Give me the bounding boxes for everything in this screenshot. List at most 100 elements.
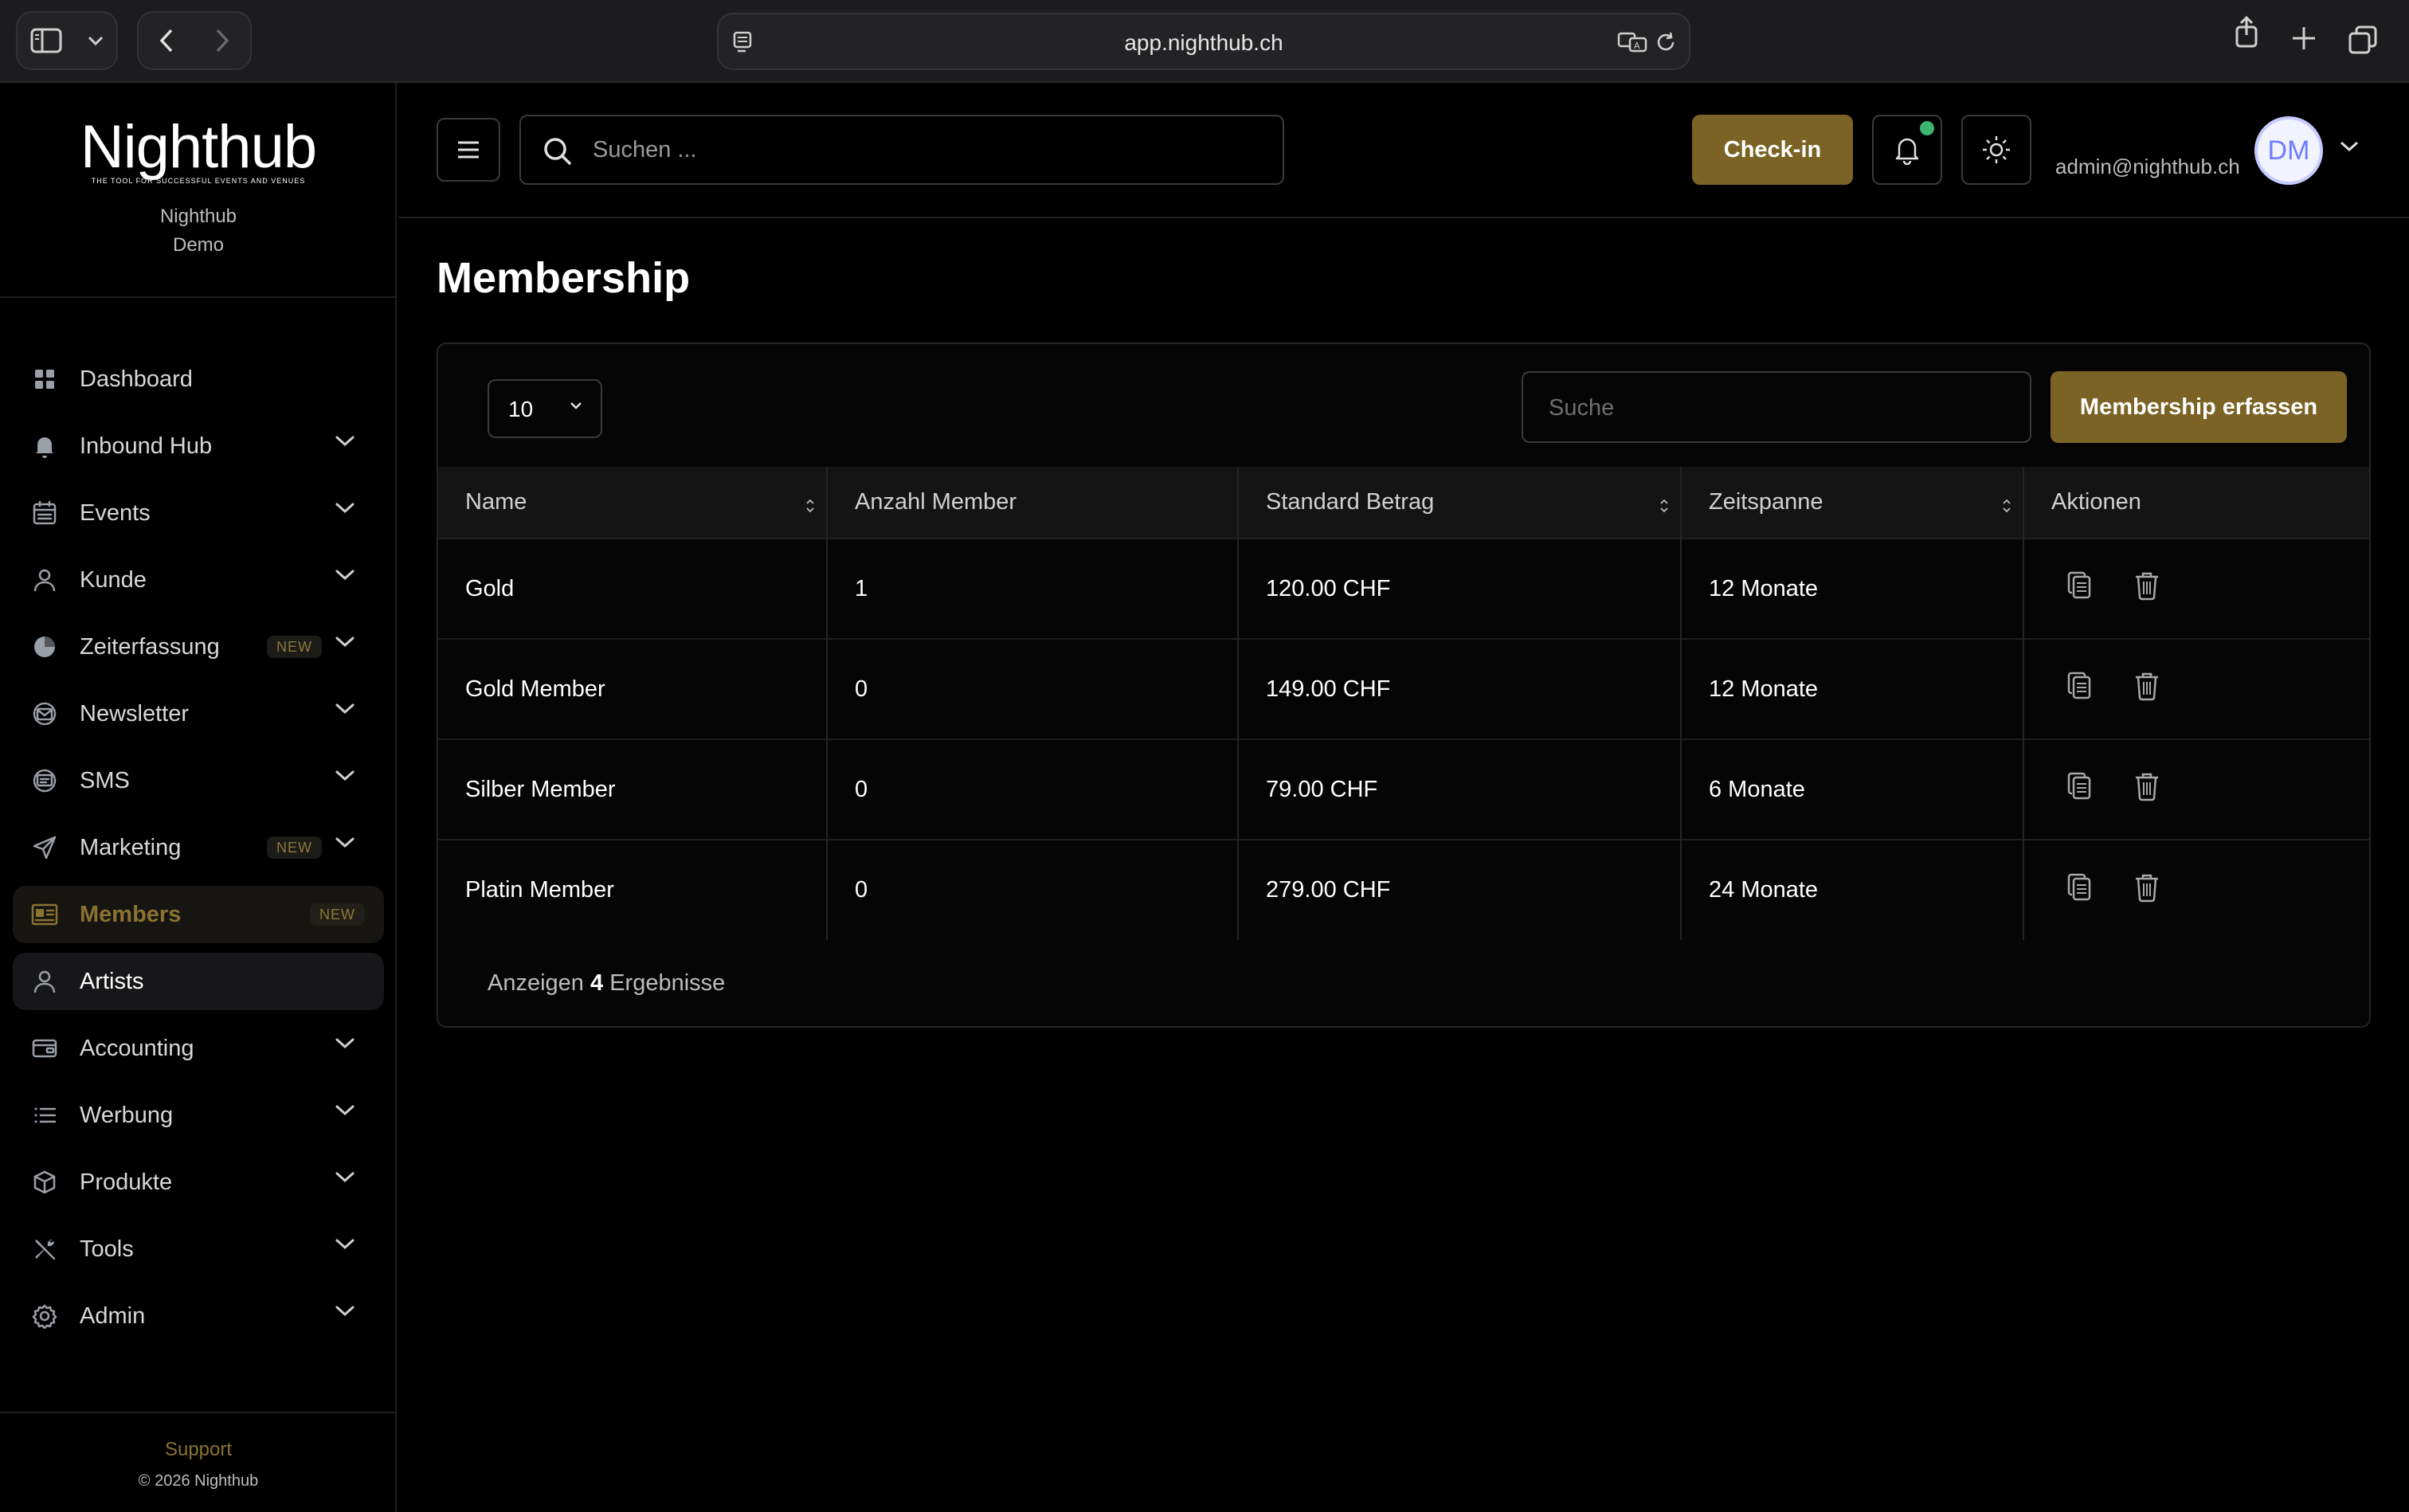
column-header-period[interactable]: Zeitspanne (1681, 467, 2024, 539)
reload-icon[interactable] (1654, 30, 1678, 54)
membership-table-card: 10 Suche Membership erfassen Name Anzahl… (437, 343, 2371, 1028)
cell-count: 1 (827, 538, 1239, 639)
url-text: app.nighthub.ch (1124, 30, 1283, 55)
sidebar-item-admin[interactable]: Admin (13, 1287, 384, 1345)
cell-name: Silber Member (438, 738, 828, 840)
sidebar-item-produkte[interactable]: Produkte (13, 1154, 384, 1211)
copy-icon[interactable] (2067, 771, 2094, 808)
trash-icon[interactable] (2134, 671, 2160, 707)
chevron-down-icon[interactable] (335, 502, 355, 519)
copy-icon[interactable] (2067, 570, 2094, 607)
table-search-input[interactable]: Suche (1522, 371, 2031, 443)
sort-icon[interactable] (1659, 494, 1669, 520)
sidebar-item-events[interactable]: Events (13, 484, 384, 542)
check-in-button[interactable]: Check-in (1692, 115, 1853, 185)
add-membership-button[interactable]: Membership erfassen (2051, 371, 2347, 443)
sidebar-item-label: Members (80, 901, 182, 927)
send-icon (30, 833, 59, 862)
cell-actions (2023, 738, 2369, 840)
avatar[interactable]: DM (2254, 116, 2323, 185)
cell-count: 0 (827, 738, 1239, 840)
sidebar-item-accounting[interactable]: Accounting (13, 1020, 384, 1077)
menu-toggle-button[interactable] (437, 118, 500, 182)
sidebar-item-label: Accounting (80, 1035, 194, 1061)
sort-icon[interactable] (805, 494, 815, 520)
cell-name: Gold (438, 538, 828, 639)
chevron-down-icon[interactable] (335, 703, 355, 719)
chevron-down-icon[interactable] (335, 435, 355, 452)
sidebar-divider (0, 1412, 395, 1413)
chevron-down-icon[interactable] (87, 35, 104, 46)
back-icon[interactable] (159, 28, 174, 53)
sidebar-item-label: Newsletter (80, 700, 189, 727)
trash-icon[interactable] (2134, 570, 2160, 607)
table-row[interactable]: Silber Member 0 79.00 CHF 6 Monate (438, 738, 2369, 840)
table-row[interactable]: Gold Member 0 149.00 CHF 12 Monate (438, 638, 2369, 739)
sidebar-item-label: Werbung (80, 1102, 174, 1128)
trash-icon[interactable] (2134, 872, 2160, 909)
new-badge: NEW (267, 636, 322, 658)
sidebar-item-label: Kunde (80, 566, 147, 593)
chevron-down-icon[interactable] (335, 1305, 355, 1322)
sidebar-item-newsletter[interactable]: Newsletter (13, 685, 384, 742)
sidebar-item-label: Artists (80, 968, 144, 994)
share-icon[interactable] (2234, 16, 2259, 48)
sidebar-item-members[interactable]: Members NEW (13, 886, 384, 943)
copy-icon[interactable] (2067, 671, 2094, 707)
cell-period: 12 Monate (1681, 538, 2024, 639)
cell-actions (2023, 638, 2369, 739)
mail-icon (30, 699, 59, 728)
sidebar-item-sms[interactable]: SMS (13, 752, 384, 809)
sidebar-item-marketing[interactable]: Marketing NEW (13, 819, 384, 876)
forward-icon[interactable] (214, 28, 230, 53)
theme-toggle-button[interactable] (1961, 115, 2031, 185)
results-prefix: Anzeigen (488, 970, 584, 996)
global-search-input[interactable]: Suchen ... (519, 115, 1284, 185)
table-row[interactable]: Platin Member 0 279.00 CHF 24 Monate (438, 839, 2369, 940)
logo[interactable]: Nighthub (0, 115, 397, 180)
sidebar-item-dashboard[interactable]: Dashboard (13, 351, 384, 408)
trash-icon[interactable] (2134, 771, 2160, 808)
org-name: Nighthub (159, 206, 237, 227)
results-suffix: Ergebnisse (609, 970, 726, 996)
column-header-name[interactable]: Name (438, 467, 828, 539)
sort-icon[interactable] (2002, 494, 2011, 520)
notifications-button[interactable] (1872, 115, 1942, 185)
chevron-down-icon[interactable] (335, 1238, 355, 1255)
table-row[interactable]: Gold 1 120.00 CHF 12 Monate (438, 538, 2369, 639)
copy-icon[interactable] (2067, 872, 2094, 909)
sidebar-item-kunde[interactable]: Kunde (13, 551, 384, 609)
sidebar-item-werbung[interactable]: Werbung (13, 1087, 384, 1144)
organization-name: Nighthub Demo (0, 202, 397, 260)
sidebar-toggle-group[interactable] (16, 11, 118, 70)
grid-icon (30, 365, 59, 394)
new-tab-icon[interactable] (2291, 25, 2317, 51)
translate-icon[interactable]: A (1617, 30, 1649, 54)
chevron-down-icon[interactable] (335, 636, 355, 652)
sidebar-item-tools[interactable]: Tools (13, 1220, 384, 1278)
per-page-select[interactable]: 10 (488, 379, 602, 438)
sidebar-item-inbound-hub[interactable]: Inbound Hub (13, 417, 384, 475)
chevron-down-icon[interactable] (335, 770, 355, 786)
chevron-down-icon[interactable] (2339, 140, 2360, 157)
column-header-amount[interactable]: Standard Betrag (1238, 467, 1682, 539)
results-summary: Anzeigen 4 Ergebnisse (488, 970, 725, 997)
chevron-down-icon[interactable] (335, 836, 355, 853)
cell-period: 24 Monate (1681, 839, 2024, 940)
sidebar-divider (0, 296, 395, 298)
chevron-down-icon[interactable] (335, 1171, 355, 1188)
tab-overview-icon[interactable] (2348, 25, 2377, 54)
column-label: Aktionen (2051, 489, 2141, 515)
chevron-down-icon[interactable] (335, 1104, 355, 1121)
sidebar-toggle-icon[interactable] (30, 28, 62, 53)
chevron-down-icon[interactable] (335, 569, 355, 586)
cell-actions (2023, 538, 2369, 639)
sidebar-item-artists[interactable]: Artists (13, 953, 384, 1010)
cell-actions (2023, 839, 2369, 940)
search-icon (542, 135, 574, 171)
sidebar-item-zeiterfassung[interactable]: Zeiterfassung NEW (13, 618, 384, 676)
user-email[interactable]: admin@nighthub.ch (2055, 155, 2240, 179)
chevron-down-icon[interactable] (335, 1037, 355, 1054)
support-link[interactable]: Support (0, 1439, 397, 1461)
address-bar[interactable]: app.nighthub.ch A (717, 13, 1690, 70)
